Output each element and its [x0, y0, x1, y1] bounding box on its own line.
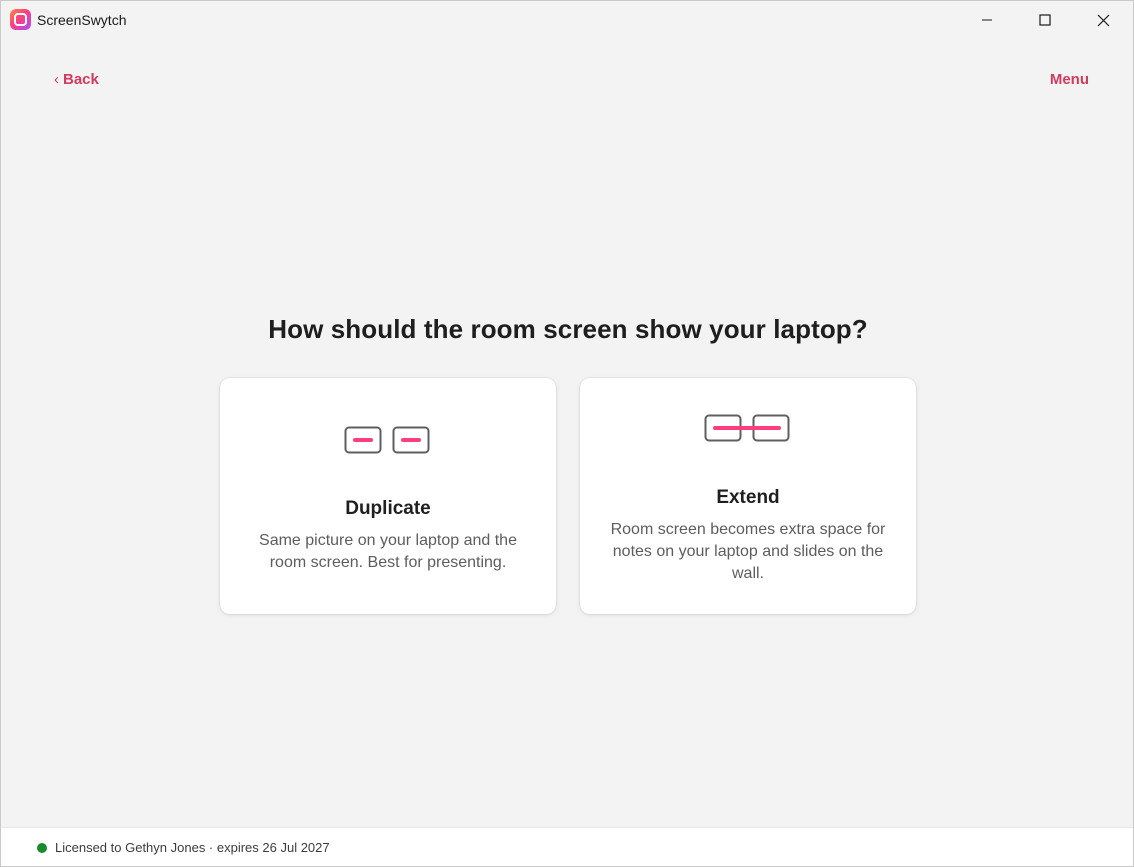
back-label: Back	[63, 71, 99, 88]
extend-screens-icon	[580, 414, 916, 446]
maximize-button[interactable]	[1022, 1, 1068, 39]
app-title: ScreenSwytch	[37, 12, 127, 28]
maximize-icon	[1039, 14, 1051, 26]
chevron-left-icon: ‹	[54, 71, 59, 88]
minimize-icon	[982, 19, 992, 21]
duplicate-title: Duplicate	[345, 498, 431, 519]
close-icon	[1097, 14, 1109, 26]
app-logo-icon	[10, 9, 31, 30]
license-status-icon	[37, 843, 47, 853]
duplicate-screens-icon	[220, 426, 556, 458]
extend-title: Extend	[716, 487, 780, 508]
minimize-button[interactable]	[964, 1, 1010, 39]
extend-description: Room screen becomes extra space for note…	[610, 521, 886, 582]
title-bar: ScreenSwytch	[1, 1, 1133, 39]
duplicate-description: Same picture on your laptop and the room…	[259, 532, 517, 571]
page-title: How should the room screen show your lap…	[268, 314, 868, 344]
extend-option-card[interactable]: Extend Room screen becomes extra space f…	[580, 378, 916, 614]
app-window: ScreenSwytch ‹ Back Menu How should the r…	[0, 0, 1134, 867]
duplicate-option-card[interactable]: Duplicate Same picture on your laptop an…	[220, 378, 556, 614]
back-button[interactable]: ‹ Back	[54, 71, 99, 88]
close-button[interactable]	[1080, 1, 1126, 39]
menu-button[interactable]: Menu	[1050, 71, 1089, 88]
status-bar: Licensed to Gethyn Jones · expires 26 Ju…	[1, 827, 1133, 866]
license-text: Licensed to Gethyn Jones · expires 26 Ju…	[55, 840, 330, 855]
